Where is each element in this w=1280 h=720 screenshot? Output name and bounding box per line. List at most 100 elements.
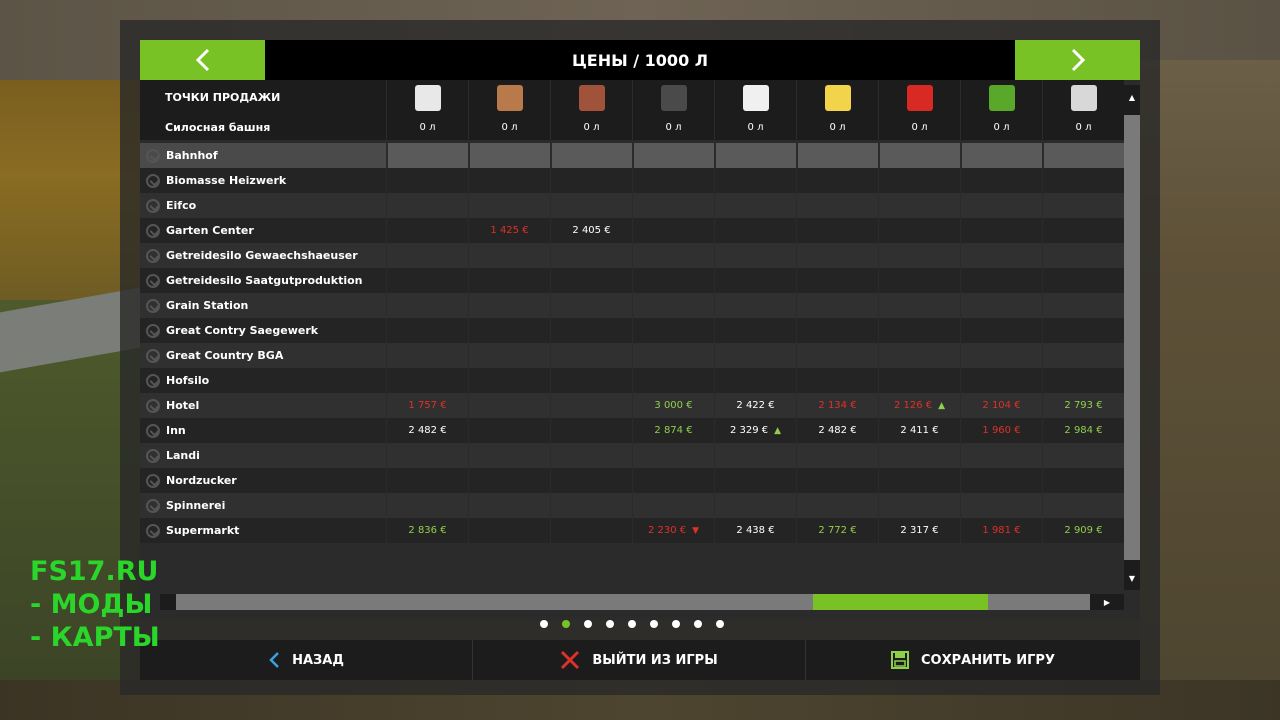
price-cell xyxy=(468,518,550,543)
watermark-line: FS17.RU xyxy=(30,556,159,587)
table-row[interactable]: Landi xyxy=(140,443,1124,468)
price-cell xyxy=(960,318,1042,343)
page-dot[interactable] xyxy=(650,620,658,628)
page-dot[interactable] xyxy=(540,620,548,628)
price-value: 2 482 € xyxy=(818,425,857,436)
table-row[interactable]: Spinnerei xyxy=(140,493,1124,518)
price-cell xyxy=(550,268,632,293)
milk-bottle-icon xyxy=(742,84,769,111)
page-title: ЦЕНЫ / 1000 Л xyxy=(571,50,709,70)
prices-table: ТОЧКИ ПРОДАЖИ Силосная башня 0 л0 л0 л0 … xyxy=(140,80,1140,620)
scroll-right-button[interactable]: ▶ xyxy=(1090,594,1124,610)
price-cell xyxy=(468,393,550,418)
price-cell xyxy=(386,493,468,518)
selling-point-name: Landi xyxy=(140,443,386,468)
price-cell xyxy=(960,343,1042,368)
page-dot[interactable] xyxy=(672,620,680,628)
refresh-icon xyxy=(146,223,160,238)
prices-header: ЦЕНЫ / 1000 Л xyxy=(140,40,1140,80)
price-cell xyxy=(796,143,878,168)
price-value: 2 134 € xyxy=(818,400,857,411)
table-row[interactable]: Inn 2 482 € 2 874 € 2 329 € ▲ 2 482 € 2 411 € 1… xyxy=(140,418,1124,443)
table-row[interactable]: Getreidesilo Saatgutproduktion xyxy=(140,268,1124,293)
page-dot[interactable] xyxy=(606,620,614,628)
selling-points-header: ТОЧКИ ПРОДАЖИ xyxy=(165,91,281,104)
table-row[interactable]: Biomasse Heizwerk xyxy=(140,168,1124,193)
table-row[interactable]: Hofsilo xyxy=(140,368,1124,393)
silo-amount: 0 л xyxy=(1042,115,1124,140)
price-cell xyxy=(386,343,468,368)
price-cell xyxy=(386,293,468,318)
price-value: 2 909 € xyxy=(1064,525,1103,536)
price-cell xyxy=(1042,218,1124,243)
page-indicator xyxy=(540,620,724,630)
table-row[interactable]: Great Country BGA xyxy=(140,343,1124,368)
page-dot[interactable] xyxy=(628,620,636,628)
wood-chips-icon xyxy=(496,84,523,111)
table-row[interactable]: Garten Center 1 425 € 2 405 € xyxy=(140,218,1124,243)
table-row[interactable]: Grain Station xyxy=(140,293,1124,318)
price-cell xyxy=(1042,143,1124,168)
price-cell xyxy=(714,243,796,268)
scroll-up-button[interactable]: ▲ xyxy=(1124,87,1140,107)
fertilizer-bag-icon xyxy=(414,84,441,111)
table-row[interactable]: Supermarkt 2 836 € 2 230 € ▼ 2 438 € 2 772 € 2… xyxy=(140,518,1124,543)
page-dot[interactable] xyxy=(716,620,724,628)
price-cell xyxy=(960,468,1042,493)
price-cell xyxy=(550,443,632,468)
price-cell: 2 230 € ▼ xyxy=(632,518,714,543)
price-value: 2 230 € xyxy=(647,525,687,536)
scroll-left-button[interactable] xyxy=(160,594,176,610)
price-cell xyxy=(714,343,796,368)
price-cell: 2 482 € xyxy=(796,418,878,443)
price-cell xyxy=(386,268,468,293)
page-dot[interactable] xyxy=(584,620,592,628)
quit-game-button[interactable]: ВЫЙТИ ИЗ ИГРЫ xyxy=(473,640,806,680)
price-cell xyxy=(386,318,468,343)
scroll-down-button[interactable]: ▼ xyxy=(1124,568,1140,588)
previous-page-button[interactable] xyxy=(140,40,265,80)
save-game-button[interactable]: СОХРАНИТЬ ИГРУ xyxy=(806,640,1140,680)
silo-amount: 0 л xyxy=(796,115,878,140)
table-row[interactable]: Nordzucker xyxy=(140,468,1124,493)
price-cell: 2 772 € xyxy=(796,518,878,543)
price-cell: 2 411 € xyxy=(878,418,960,443)
background-field-right xyxy=(1140,60,1280,720)
price-cell xyxy=(550,393,632,418)
chevron-left-icon xyxy=(195,48,209,72)
price-cell xyxy=(386,218,468,243)
price-value: 2 984 € xyxy=(1064,425,1103,436)
selling-point-name: Bahnhof xyxy=(140,143,386,168)
vertical-scroll-thumb[interactable] xyxy=(1124,115,1140,560)
page-dot[interactable] xyxy=(694,620,702,628)
horizontal-scroll-thumb[interactable] xyxy=(813,594,988,610)
price-cell xyxy=(960,493,1042,518)
price-cell xyxy=(960,443,1042,468)
back-button[interactable]: НАЗАД xyxy=(140,640,473,680)
refresh-icon xyxy=(146,298,160,313)
watermark-line: - МОДЫ xyxy=(30,589,153,620)
price-value: 1 981 € xyxy=(982,525,1021,536)
price-cell xyxy=(1042,293,1124,318)
price-cell xyxy=(878,468,960,493)
refresh-icon xyxy=(146,448,160,463)
price-cell xyxy=(960,168,1042,193)
page-dot[interactable] xyxy=(562,620,570,628)
price-cell xyxy=(796,443,878,468)
table-row[interactable]: Eifco xyxy=(140,193,1124,218)
table-row[interactable]: Hotel 1 757 € 3 000 € 2 422 € 2 134 € 2 126 €… xyxy=(140,393,1124,418)
table-row[interactable]: Great Contry Saegewerk xyxy=(140,318,1124,343)
price-cell xyxy=(550,518,632,543)
selling-point-name: Grain Station xyxy=(140,293,386,318)
price-cell xyxy=(632,168,714,193)
refresh-icon xyxy=(146,498,160,513)
vertical-scrollbar[interactable]: ▲ ▼ xyxy=(1124,85,1140,590)
horizontal-scrollbar[interactable]: ▶ xyxy=(160,594,1124,610)
selling-point-label: Spinnerei xyxy=(166,499,226,512)
silo-amount: 0 л xyxy=(714,115,796,140)
next-page-button[interactable] xyxy=(1015,40,1140,80)
table-row[interactable]: Getreidesilo Gewaechshaeuser xyxy=(140,243,1124,268)
table-row[interactable]: Bahnhof xyxy=(140,143,1124,168)
price-cell xyxy=(796,193,878,218)
refresh-icon xyxy=(146,423,160,438)
